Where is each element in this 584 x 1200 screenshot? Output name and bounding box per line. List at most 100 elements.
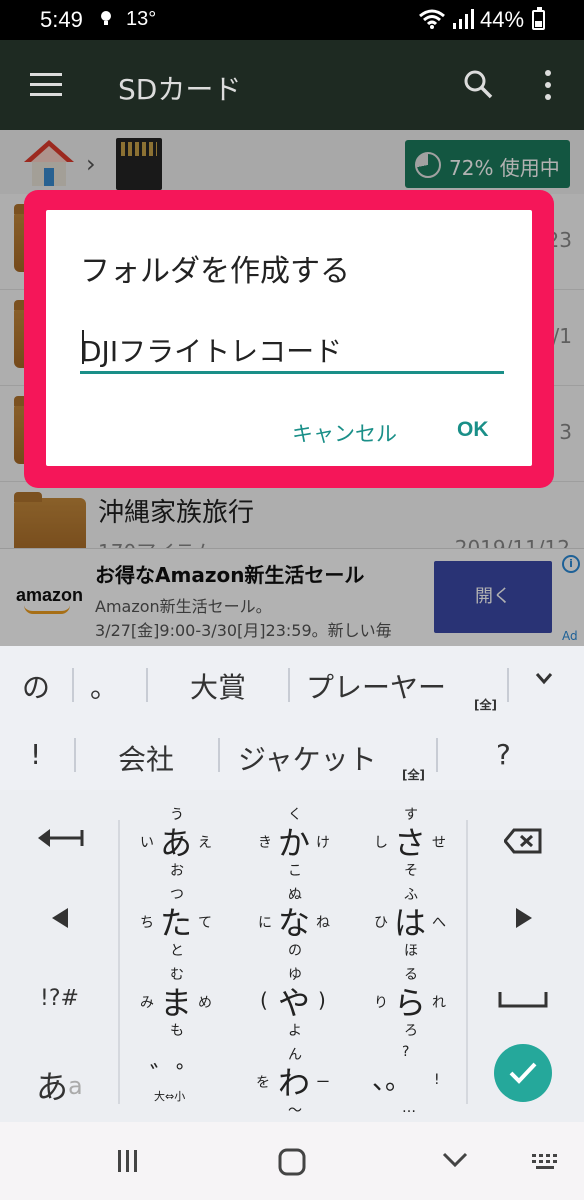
key-flick-left: ひ <box>374 915 388 931</box>
key-main: や <box>278 984 311 1022</box>
key-main: あ <box>160 824 193 862</box>
divider <box>72 668 74 702</box>
navigation-bar <box>0 1122 584 1200</box>
key-flick-left: い <box>140 835 154 851</box>
lightbulb-icon <box>101 11 111 25</box>
key-flick-down: の <box>288 943 302 959</box>
key-ra[interactable]: ら る り れ ろ <box>366 964 466 1039</box>
folder-name-input[interactable]: DJIフライトレコード <box>80 330 504 374</box>
folder-name-value: DJIフライトレコード <box>80 335 343 368</box>
key-flick-left: ( <box>260 988 268 1012</box>
key-flick-right: せ <box>432 835 446 851</box>
key-flick-up: る <box>404 967 418 983</box>
key-flick-down: と <box>170 943 184 959</box>
cancel-button[interactable]: キャンセル <box>292 418 397 448</box>
suggestion-item[interactable]: 。 <box>90 666 118 706</box>
key-flick-right: め <box>198 995 212 1011</box>
app-bar: SDカード <box>0 40 584 130</box>
key-flick-up: す <box>404 807 418 823</box>
status-bar: 5:49 13° 44% <box>0 0 584 40</box>
home-nav-icon[interactable] <box>278 1148 306 1176</box>
key-flick-right: ) <box>318 988 326 1012</box>
menu-icon[interactable] <box>30 73 62 97</box>
search-icon[interactable] <box>462 68 494 100</box>
key-a[interactable]: あ う い え お <box>132 804 232 879</box>
key-flick-left: し <box>374 835 388 851</box>
dialog-title: フォルダを作成する <box>80 254 350 289</box>
key-flick-right: ー <box>316 1075 330 1091</box>
space-icon[interactable] <box>498 992 548 1008</box>
key-flick-left: を <box>256 1075 270 1091</box>
suggestion-tag: [全] <box>474 698 497 712</box>
key-flick-up: ゆ <box>288 967 302 983</box>
cursor-left-icon[interactable] <box>52 908 68 928</box>
suggestion-item[interactable]: の <box>22 666 50 706</box>
divider <box>507 668 509 702</box>
suggestion-item[interactable]: ? <box>496 738 511 771</box>
divider <box>218 738 220 772</box>
status-temperature: 13° <box>126 8 157 30</box>
kana-mode-key[interactable]: あ <box>36 1062 68 1108</box>
enter-key[interactable] <box>494 1044 552 1102</box>
key-flick-down: ろ <box>404 1023 418 1039</box>
key-dakuten[interactable]: ゛゜ 大⇔小 <box>132 1044 232 1114</box>
keyboard-toggle-icon[interactable] <box>530 1152 562 1172</box>
suggestion-item[interactable]: 大賞 <box>190 666 246 706</box>
alpha-mode-key[interactable]: a <box>68 1072 83 1100</box>
suggestion-item[interactable]: プレーヤー <box>306 666 446 706</box>
key-main: さ <box>394 824 427 862</box>
key-flick-up: く <box>288 807 302 823</box>
key-ma[interactable]: ま む み め も <box>132 964 232 1039</box>
back-icon[interactable] <box>442 1152 468 1168</box>
cursor-right-icon[interactable] <box>516 908 532 928</box>
key-flick-down: ほ <box>404 943 418 959</box>
undo-icon[interactable] <box>38 826 86 850</box>
divider <box>288 668 290 702</box>
divider <box>466 820 468 1104</box>
key-flick-left: み <box>140 995 154 1011</box>
key-flick-down: こ <box>288 863 302 879</box>
key-flick-down: そ <box>404 863 418 879</box>
key-wa[interactable]: わ ん を ー ～ <box>252 1044 352 1119</box>
ok-button[interactable]: OK <box>457 418 489 442</box>
suggestion-item[interactable]: ! <box>30 738 41 771</box>
key-ta[interactable]: た つ ち て と <box>132 884 232 959</box>
key-flick-up: ん <box>288 1047 302 1063</box>
key-ka[interactable]: か く き け こ <box>252 804 352 879</box>
key-flick-left: に <box>258 915 272 931</box>
key-flick-right: へ <box>432 915 446 931</box>
key-flick-left: き <box>258 835 272 851</box>
key-punctuation[interactable]: 、。 ? ! … <box>366 1044 466 1116</box>
key-flick-left: り <box>374 995 388 1011</box>
key-flick-down: よ <box>288 1023 302 1039</box>
recent-apps-icon[interactable] <box>116 1150 140 1172</box>
key-ya[interactable]: や ゆ ( ) よ <box>252 964 352 1039</box>
suggestion-item[interactable]: 会社 <box>118 738 174 778</box>
divider <box>436 738 438 772</box>
key-flick-up: う <box>170 807 184 823</box>
create-folder-dialog: フォルダを作成する DJIフライトレコード キャンセル OK <box>46 210 532 466</box>
key-main: わ <box>278 1064 311 1102</box>
battery-percent: 44% <box>480 7 525 32</box>
key-main: ら <box>394 984 427 1022</box>
divider <box>74 738 76 772</box>
key-flick-up: つ <box>170 887 184 903</box>
chevron-down-icon[interactable] <box>534 668 554 688</box>
key-sa[interactable]: さ す し せ そ <box>366 804 466 879</box>
status-time: 5:49 <box>40 7 83 32</box>
more-vert-icon[interactable] <box>545 70 551 100</box>
key-main: か <box>278 824 311 862</box>
check-icon <box>509 1062 537 1084</box>
key-na[interactable]: な ぬ に ね の <box>252 884 352 959</box>
key-flick-down: お <box>170 863 184 879</box>
battery-icon <box>532 7 545 30</box>
key-flick-right: て <box>198 915 212 931</box>
key-flick-right: え <box>198 835 212 851</box>
key-ha[interactable]: は ふ ひ へ ほ <box>366 884 466 959</box>
app-title: SDカード <box>118 73 242 106</box>
symbols-mode-key[interactable]: !?# <box>40 986 79 1011</box>
suggestion-item[interactable]: ジャケット <box>238 738 377 778</box>
key-flick-left: ち <box>140 915 154 931</box>
key-flick-up: ? <box>402 1044 410 1060</box>
backspace-icon[interactable] <box>504 828 542 854</box>
